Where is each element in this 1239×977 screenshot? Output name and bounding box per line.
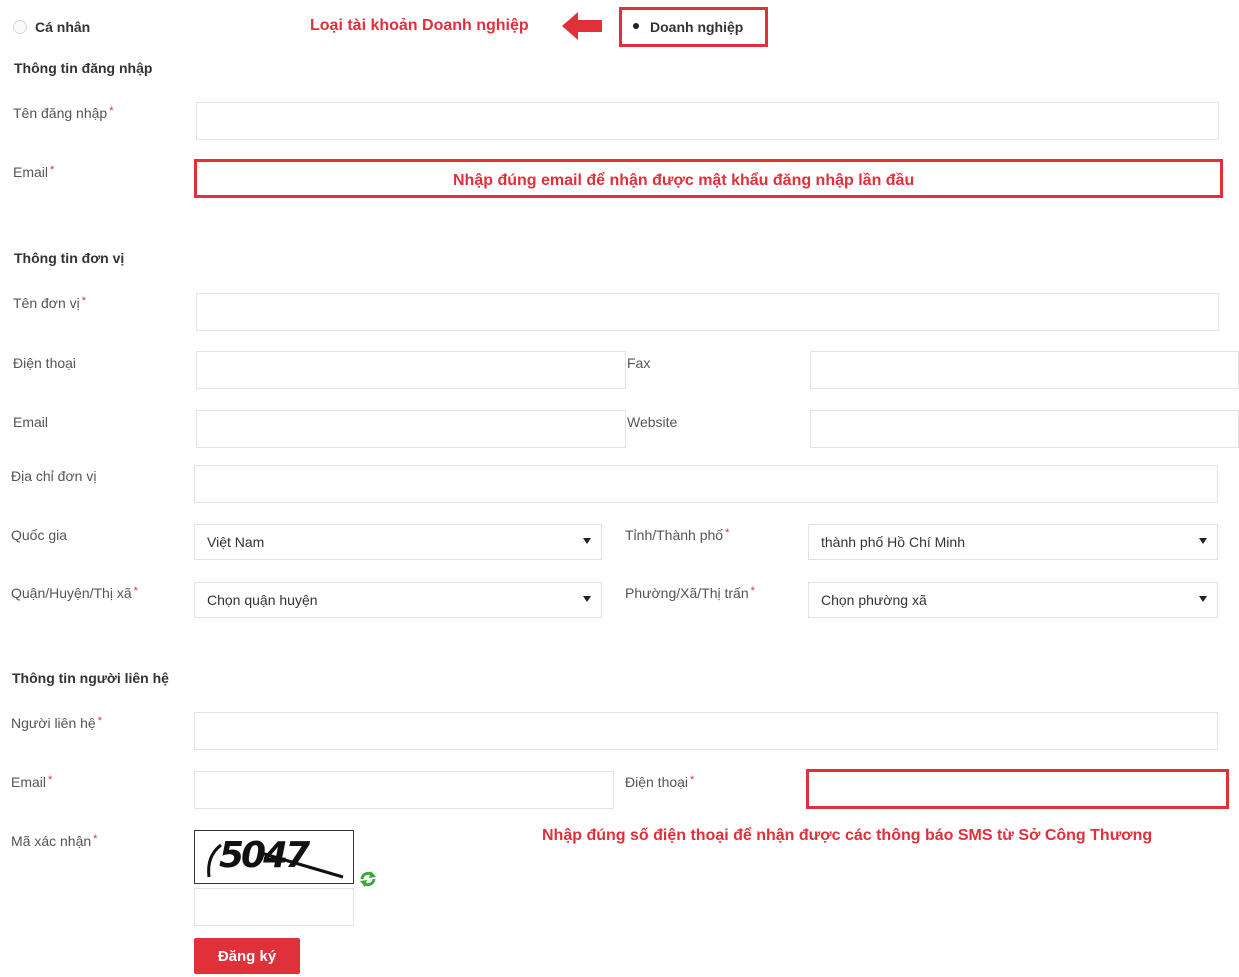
district-select-value: Chọn quận huyện bbox=[207, 592, 318, 608]
arrow-left-icon bbox=[562, 12, 602, 40]
unit-email-label: Email bbox=[13, 414, 49, 430]
chevron-down-icon bbox=[583, 538, 591, 544]
business-radio[interactable] bbox=[633, 23, 639, 29]
account-type-annotation: Loại tài khoản Doanh nghiệp bbox=[310, 17, 529, 34]
contact-phone-label: Điện thoại * bbox=[625, 774, 695, 790]
province-select[interactable]: thành phố Hồ Chí Minh bbox=[808, 524, 1218, 560]
country-select[interactable]: Việt Nam bbox=[194, 524, 602, 560]
captcha-image: 5047 bbox=[194, 830, 354, 884]
refresh-icon[interactable] bbox=[359, 870, 377, 888]
district-label: Quận/Huyện/Thị xã * bbox=[11, 585, 138, 601]
website-label: Website bbox=[627, 414, 678, 430]
register-button[interactable]: Đăng ký bbox=[194, 938, 300, 974]
unit-info-title: Thông tin đơn vị bbox=[14, 250, 125, 266]
business-radio-label: Doanh nghiệp bbox=[650, 19, 744, 35]
address-input[interactable] bbox=[194, 465, 1218, 503]
personal-radio[interactable] bbox=[13, 20, 27, 34]
province-select-value: thành phố Hồ Chí Minh bbox=[821, 534, 965, 550]
unit-phone-input[interactable] bbox=[196, 351, 626, 389]
website-input[interactable] bbox=[810, 410, 1239, 448]
contact-email-label: Email * bbox=[11, 774, 53, 790]
unit-phone-label: Điện thoại bbox=[13, 355, 77, 371]
country-select-value: Việt Nam bbox=[207, 534, 265, 550]
contact-person-input[interactable] bbox=[194, 712, 1218, 750]
captcha-label: Mã xác nhận * bbox=[11, 833, 98, 849]
username-input[interactable] bbox=[196, 102, 1219, 140]
captcha-input[interactable] bbox=[194, 888, 354, 926]
unit-email-input[interactable] bbox=[196, 410, 626, 448]
personal-radio-label: Cá nhân bbox=[35, 19, 91, 35]
username-label: Tên đăng nhập * bbox=[13, 105, 114, 121]
chevron-down-icon bbox=[583, 596, 591, 602]
ward-label: Phường/Xã/Thị trấn * bbox=[625, 585, 755, 601]
contact-person-label: Người liên hệ * bbox=[11, 715, 102, 731]
fax-input[interactable] bbox=[810, 351, 1239, 389]
login-info-title: Thông tin đăng nhập bbox=[14, 60, 153, 76]
contact-phone-input[interactable] bbox=[806, 769, 1229, 809]
fax-label: Fax bbox=[627, 355, 651, 371]
address-label: Địa chỉ đơn vị bbox=[11, 468, 97, 484]
contact-email-input[interactable] bbox=[194, 771, 614, 809]
unit-name-label: Tên đơn vị * bbox=[13, 295, 87, 311]
province-label: Tỉnh/Thành phố * bbox=[625, 527, 730, 543]
district-select[interactable]: Chọn quận huyện bbox=[194, 582, 602, 618]
contact-info-title: Thông tin người liên hệ bbox=[12, 670, 169, 686]
chevron-down-icon bbox=[1199, 538, 1207, 544]
email-annotation: Nhập đúng email để nhận được mật khẩu đă… bbox=[453, 172, 915, 189]
unit-name-input[interactable] bbox=[196, 293, 1219, 331]
ward-select-value: Chọn phường xã bbox=[821, 592, 927, 608]
login-email-label: Email * bbox=[13, 164, 55, 180]
ward-select[interactable]: Chọn phường xã bbox=[808, 582, 1218, 618]
phone-annotation: Nhập đúng số điện thoại để nhận được các… bbox=[542, 827, 1153, 844]
chevron-down-icon bbox=[1199, 596, 1207, 602]
country-label: Quốc gia bbox=[11, 527, 68, 543]
